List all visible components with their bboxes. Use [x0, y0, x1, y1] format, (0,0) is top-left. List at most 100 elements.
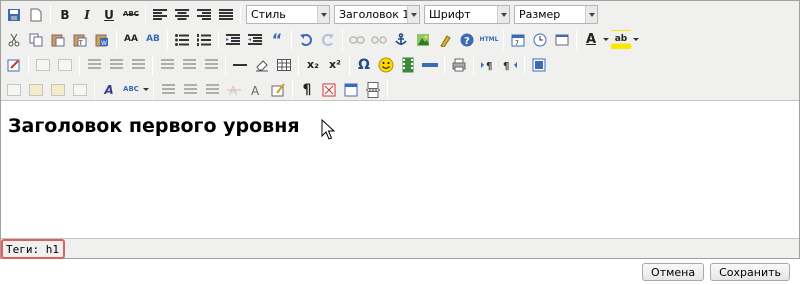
superscript-button[interactable]: x² — [325, 55, 345, 75]
outdent-icon[interactable] — [223, 30, 243, 50]
element-path[interactable]: Теги: h1 — [1, 239, 65, 259]
undo-icon[interactable] — [296, 30, 316, 50]
table-delete-col-icon[interactable] — [201, 55, 221, 75]
paste-text-icon[interactable]: T — [70, 30, 90, 50]
fullscreen-icon[interactable] — [529, 55, 549, 75]
html-source-button[interactable]: HTML — [479, 30, 499, 50]
align-right-icon[interactable] — [194, 5, 214, 25]
abbr-icon[interactable] — [180, 80, 200, 100]
heading-h1[interactable]: Заголовок первого уровня — [8, 115, 792, 137]
rich-text-editor: B I U ABC Стиль Заголовок 1 Шрифт Размер… — [0, 0, 800, 259]
paste-icon[interactable] — [48, 30, 68, 50]
redo-icon[interactable] — [318, 30, 338, 50]
format-select[interactable]: Заголовок 1 — [334, 5, 420, 24]
editor-content-area[interactable]: Заголовок первого уровня — [1, 101, 799, 237]
svg-text:T: T — [78, 40, 83, 47]
font-select[interactable]: Шрифт — [424, 5, 510, 24]
table-icon[interactable] — [274, 55, 294, 75]
save-icon[interactable] — [4, 5, 24, 25]
insert-date-icon[interactable]: 7 — [508, 30, 528, 50]
form-actions: Отмена Сохранить — [642, 263, 790, 281]
media-icon[interactable] — [398, 55, 418, 75]
numbered-list-icon[interactable] — [194, 30, 214, 50]
anchor-icon[interactable] — [391, 30, 411, 50]
table-col-before-icon[interactable] — [157, 55, 177, 75]
text-color-chevron-icon[interactable] — [602, 30, 610, 50]
svg-text:¶: ¶ — [503, 61, 509, 71]
underline-button[interactable]: U — [99, 5, 119, 25]
table-row-before-icon[interactable] — [84, 55, 104, 75]
advhr-icon[interactable] — [420, 55, 440, 75]
indent-icon[interactable] — [245, 30, 265, 50]
horizontal-rule-icon[interactable] — [230, 55, 250, 75]
table-delete-row-icon[interactable] — [128, 55, 148, 75]
chevron-down-icon — [317, 6, 329, 23]
cite-icon[interactable] — [158, 80, 178, 100]
print-icon[interactable] — [449, 55, 469, 75]
rtl-icon[interactable]: ¶ — [500, 55, 520, 75]
chevron-down-icon — [497, 6, 509, 23]
copy-icon[interactable] — [26, 30, 46, 50]
styles-button[interactable]: A — [99, 80, 119, 100]
table-row-after-icon[interactable] — [106, 55, 126, 75]
help-button[interactable]: ? — [457, 30, 477, 50]
insert-layer-icon[interactable] — [33, 55, 53, 75]
bold-button[interactable]: B — [55, 5, 75, 25]
italic-button[interactable]: I — [77, 5, 97, 25]
replace-button[interactable]: AB — [143, 30, 163, 50]
style-select[interactable]: Стиль — [246, 5, 330, 24]
subscript-button[interactable]: x₂ — [303, 55, 323, 75]
special-char-button[interactable]: Ω — [354, 55, 374, 75]
toolbar-separator — [153, 79, 154, 100]
edit-css-icon[interactable] — [4, 55, 24, 75]
smiley-icon[interactable] — [376, 55, 396, 75]
eraser-icon[interactable] — [252, 55, 272, 75]
align-left-icon[interactable] — [150, 5, 170, 25]
chevron-down-icon — [407, 6, 419, 23]
cancel-button[interactable]: Отмена — [642, 263, 705, 281]
paste-word-icon[interactable]: W — [92, 30, 112, 50]
del-text-button[interactable]: A — [224, 80, 244, 100]
toolbar-separator — [473, 54, 474, 75]
highlight-color-button[interactable]: ab — [611, 29, 631, 50]
ltr-icon[interactable]: ¶ — [478, 55, 498, 75]
strikethrough-button[interactable]: ABC — [121, 5, 141, 25]
nonbreaking-icon[interactable] — [319, 80, 339, 100]
pagebreak-icon[interactable] — [363, 80, 383, 100]
cleanup-icon[interactable] — [435, 30, 455, 50]
template-icon[interactable] — [341, 80, 361, 100]
absolute-position-icon[interactable] — [70, 80, 90, 100]
highlight-chevron-icon[interactable] — [632, 30, 640, 50]
insert-layer-2-icon[interactable] — [4, 80, 24, 100]
link-icon[interactable] — [347, 30, 367, 50]
toolbar-separator — [167, 29, 168, 50]
layer-props-icon[interactable] — [55, 55, 75, 75]
editor-statusbar: Теги: h1 — [1, 238, 799, 259]
new-document-icon[interactable] — [26, 5, 46, 25]
align-center-icon[interactable] — [172, 5, 192, 25]
acronym-icon[interactable] — [202, 80, 222, 100]
toolbar-separator — [349, 54, 350, 75]
move-backward-icon[interactable] — [48, 80, 68, 100]
find-button[interactable]: AA — [121, 30, 141, 50]
save-button[interactable]: Сохранить — [710, 263, 790, 281]
insert-time-icon[interactable] — [530, 30, 550, 50]
bullet-list-icon[interactable] — [172, 30, 192, 50]
ins-text-icon[interactable]: A — [246, 80, 266, 100]
align-justify-icon[interactable] — [216, 5, 236, 25]
cut-icon[interactable] — [4, 30, 24, 50]
attributes-icon[interactable] — [268, 80, 288, 100]
preview-icon[interactable] — [552, 30, 572, 50]
spellcheck-button[interactable]: ABC — [121, 80, 141, 100]
size-select[interactable]: Размер — [514, 5, 598, 24]
image-icon[interactable] — [413, 30, 433, 50]
visual-chars-button[interactable]: ¶ — [297, 80, 317, 100]
unlink-icon[interactable] — [369, 30, 389, 50]
toolbar-separator — [292, 79, 293, 100]
move-forward-icon[interactable] — [26, 80, 46, 100]
text-color-button[interactable]: A — [581, 30, 601, 50]
table-col-after-icon[interactable] — [179, 55, 199, 75]
spellcheck-chevron-icon[interactable] — [142, 80, 150, 100]
blockquote-button[interactable]: “ — [267, 30, 287, 50]
toolbar-separator — [298, 54, 299, 75]
